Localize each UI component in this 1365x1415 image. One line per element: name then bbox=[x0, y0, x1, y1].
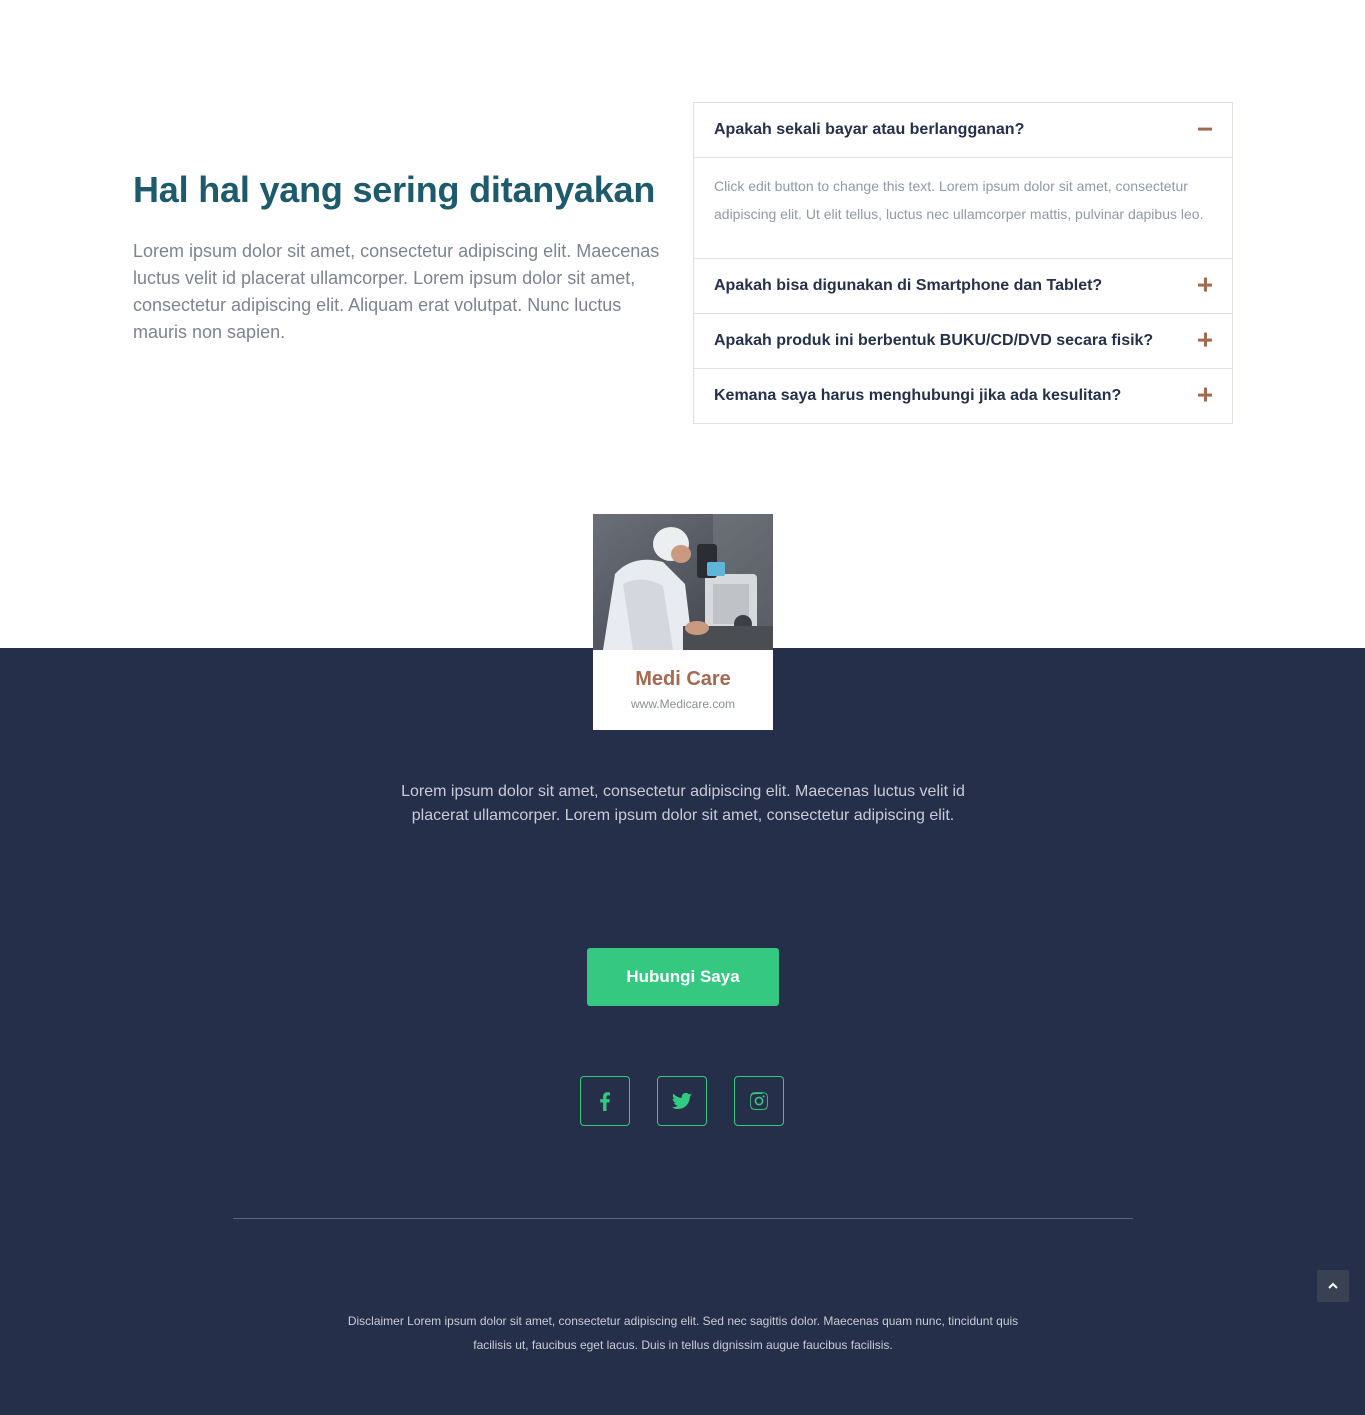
accordion-toggle-1[interactable]: Apakah sekali bayar atau berlangganan? bbox=[694, 103, 1232, 157]
faq-heading: Hal hal yang sering ditanyakan bbox=[133, 169, 656, 210]
plus-icon bbox=[1198, 387, 1212, 402]
accordion-item: Apakah sekali bayar atau berlangganan? C… bbox=[694, 103, 1232, 259]
instagram-icon bbox=[750, 1092, 768, 1110]
accordion-question: Apakah bisa digunakan di Smartphone dan … bbox=[714, 277, 1103, 294]
disclaimer-text: Disclaimer Lorem ipsum dolor sit amet, c… bbox=[347, 1314, 1019, 1352]
scroll-to-top-button[interactable] bbox=[1317, 1270, 1349, 1302]
brand-name: Medi Care bbox=[635, 668, 731, 690]
accordion-question: Kemana saya harus menghubungi jika ada k… bbox=[714, 387, 1122, 404]
minus-icon bbox=[1198, 122, 1212, 136]
accordion-answer: Click edit button to change this text. L… bbox=[694, 157, 1232, 258]
accordion-item: Apakah produk ini berbentuk BUKU/CD/DVD … bbox=[694, 314, 1232, 369]
plus-icon bbox=[1198, 277, 1212, 292]
facebook-link[interactable] bbox=[580, 1076, 630, 1126]
faq-intro: Hal hal yang sering ditanyakan Lorem ips… bbox=[133, 168, 673, 346]
instagram-link[interactable] bbox=[734, 1076, 784, 1126]
faq-accordion: Apakah sekali bayar atau berlangganan? C… bbox=[693, 102, 1233, 424]
accordion-toggle-4[interactable]: Kemana saya harus menghubungi jika ada k… bbox=[694, 369, 1232, 423]
scientist-microscope-photo bbox=[593, 514, 773, 650]
accordion-item: Apakah bisa digunakan di Smartphone dan … bbox=[694, 259, 1232, 314]
accordion-question: Apakah sekali bayar atau berlangganan? bbox=[714, 121, 1025, 138]
footer-description: Lorem ipsum dolor sit amet, consectetur … bbox=[401, 783, 965, 824]
twitter-icon bbox=[671, 1092, 692, 1109]
accordion-item: Kemana saya harus menghubungi jika ada k… bbox=[694, 369, 1232, 423]
contact-button[interactable]: Hubungi Saya bbox=[587, 948, 779, 1006]
footer-section bbox=[0, 648, 1365, 1415]
brand-card: Medi Care www.Medicare.com bbox=[593, 514, 773, 730]
brand-url: www.Medicare.com bbox=[630, 697, 736, 711]
accordion-toggle-3[interactable]: Apakah produk ini berbentuk BUKU/CD/DVD … bbox=[694, 314, 1232, 368]
plus-icon bbox=[1198, 332, 1212, 347]
facebook-icon bbox=[600, 1092, 610, 1111]
accordion-question: Apakah produk ini berbentuk BUKU/CD/DVD … bbox=[714, 332, 1154, 349]
twitter-link[interactable] bbox=[657, 1076, 707, 1126]
faq-description: Lorem ipsum dolor sit amet, consectetur … bbox=[133, 241, 660, 342]
accordion-toggle-2[interactable]: Apakah bisa digunakan di Smartphone dan … bbox=[694, 259, 1232, 313]
chevron-up-icon bbox=[1328, 1282, 1338, 1289]
footer-divider bbox=[233, 1218, 1133, 1219]
